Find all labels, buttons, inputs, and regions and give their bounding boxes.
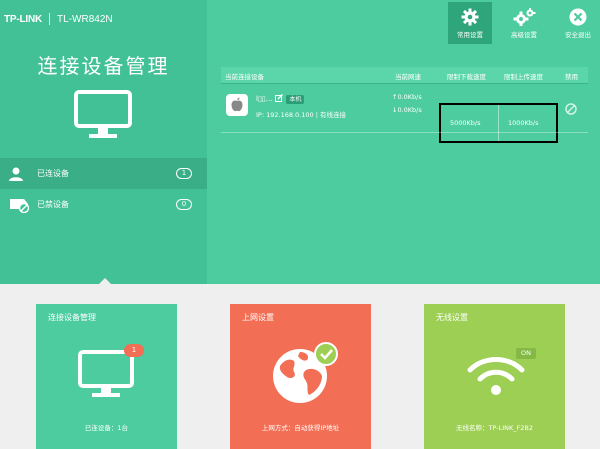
- card-footer: 已连设备：1台: [84, 424, 129, 432]
- brand-logo: TP-LINK: [4, 13, 43, 25]
- device-count-badge: 1: [124, 344, 144, 357]
- upload-limit-input[interactable]: 1000Kb/s: [508, 119, 539, 127]
- toolbar-label: 常用设置: [457, 31, 483, 39]
- sidebar: TP-LINK TL-WR842N 连接设备管理 已连设备 1 已禁设备 0: [0, 0, 207, 284]
- card-title: 上网设置: [242, 313, 274, 322]
- device-table: 当前连接设备 当前网速 限制下载速度 限制上传速度 禁用 l▯▯... 本机 I…: [221, 67, 588, 143]
- sidebar-item-connected-devices[interactable]: 已连设备 1: [0, 158, 207, 189]
- toolbar-label: 安全退出: [565, 31, 591, 39]
- col-ban: 禁用: [565, 73, 578, 81]
- monitor-icon: [74, 90, 132, 144]
- user-icon: [8, 166, 24, 185]
- sidebar-item-blocked-devices[interactable]: 已禁设备 0: [0, 189, 207, 220]
- table-header: 当前连接设备 当前网速 限制下载速度 限制上传速度 禁用: [221, 67, 588, 84]
- card-title: 连接设备管理: [48, 313, 96, 322]
- device-ip: IP: 192.168.0.100 | 有线连接: [256, 111, 346, 119]
- main-panel: TP-LINK TL-WR842N 连接设备管理 已连设备 1 已禁设备 0 常…: [0, 0, 600, 285]
- gears-icon: [513, 8, 536, 26]
- card-internet-settings[interactable]: 上网设置 上网方式：自动获得IP地址: [230, 304, 371, 449]
- card-wireless-settings[interactable]: 无线设置 ON 无线名称：TP-LINK_F2B2: [424, 304, 565, 449]
- brand-divider: [49, 13, 51, 25]
- gear-icon: [461, 8, 479, 26]
- card-footer: 上网方式：自动获得IP地址: [261, 424, 340, 432]
- apple-icon: [226, 94, 248, 116]
- download-limit-input[interactable]: 5000Kb/s: [450, 119, 481, 127]
- divider: [498, 105, 499, 141]
- sidebar-item-label: 已连设备: [37, 169, 69, 178]
- card-footer: 无线名称：TP-LINK_F2B2: [456, 424, 533, 432]
- active-pointer: [98, 278, 112, 285]
- current-upload-speed: ↑0.0Kb/s: [392, 93, 422, 101]
- table-row: l▯▯... 本机 IP: 192.168.0.100 | 有线连接 ↑0.0K…: [221, 84, 588, 143]
- col-device: 当前连接设备: [225, 73, 264, 81]
- col-speed: 当前网速: [395, 73, 421, 81]
- divider: [221, 132, 588, 133]
- blocked-device-icon: [8, 197, 30, 217]
- advanced-settings-button[interactable]: 高级设置: [502, 2, 546, 44]
- ban-icon[interactable]: [565, 100, 577, 119]
- logout-button[interactable]: 安全退出: [556, 2, 600, 44]
- card-device-management[interactable]: 连接设备管理 1 已连设备：1台: [36, 304, 177, 449]
- device-name: l▯▯... 本机: [256, 94, 305, 104]
- speed-limit-group: 5000Kb/s 1000Kb/s: [439, 103, 558, 143]
- device-name-text: l▯▯...: [256, 95, 273, 103]
- sidebar-item-label: 已禁设备: [37, 200, 69, 209]
- close-icon: [569, 8, 587, 26]
- globe-icon: [273, 342, 338, 403]
- model-name: TL-WR842N: [57, 13, 113, 25]
- current-download-speed: ↓0.0Kb/s: [392, 106, 422, 114]
- col-limit-down: 限制下载速度: [447, 73, 486, 81]
- common-settings-button[interactable]: 常用设置: [448, 2, 492, 44]
- col-limit-up: 限制上传速度: [504, 73, 543, 81]
- count-badge: 0: [176, 199, 192, 210]
- page-title: 连接设备管理: [37, 54, 170, 78]
- toolbar: 常用设置 高级设置 安全退出: [448, 0, 600, 45]
- wifi-icon: [467, 357, 525, 395]
- edit-icon[interactable]: [275, 94, 284, 104]
- wifi-on-badge: ON: [516, 348, 536, 359]
- toolbar-label: 高级设置: [511, 31, 537, 39]
- card-title: 无线设置: [436, 313, 468, 322]
- count-badge: 1: [176, 168, 192, 179]
- brand: TP-LINK TL-WR842N: [4, 13, 113, 25]
- this-device-badge: 本机: [286, 94, 305, 104]
